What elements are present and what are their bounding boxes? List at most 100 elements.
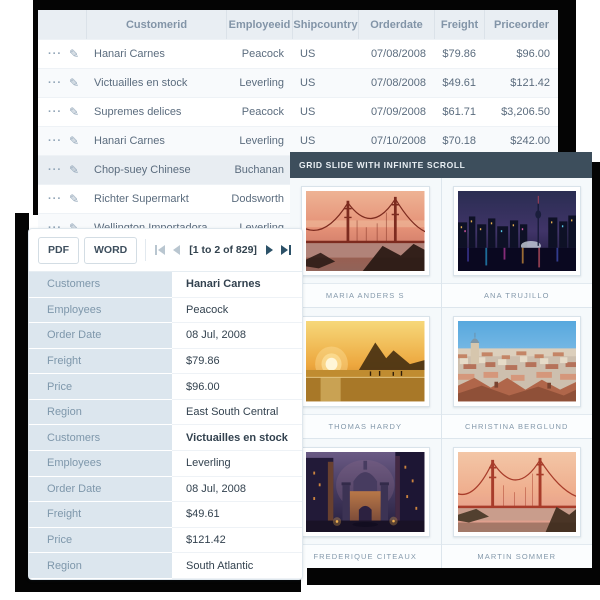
field-value: South Atlantic	[172, 553, 302, 579]
cell-country: US	[292, 135, 358, 147]
table-row[interactable]: ··· ✎ Supremes delices Peacock US 07/09/…	[38, 97, 558, 126]
prev-page-icon[interactable]	[171, 244, 183, 257]
column-header-employeeid[interactable]: Employeeid	[226, 10, 292, 39]
cell-freight: $61.71	[434, 106, 484, 118]
next-page-icon[interactable]	[264, 244, 276, 257]
column-header-tools	[38, 10, 86, 39]
table-row[interactable]: ··· ✎ Hanari Carnes Peacock US 07/08/200…	[38, 39, 558, 68]
detail-row: Price $121.42	[29, 528, 302, 554]
toolbar-divider	[145, 239, 146, 261]
column-header-customerid[interactable]: Customerid	[86, 10, 226, 39]
field-value: $96.00	[172, 374, 302, 400]
row-menu-icon[interactable]: ···	[48, 49, 62, 60]
field-value: Peacock	[172, 298, 302, 324]
detail-drop-shadow	[15, 578, 301, 592]
field-value: $121.42	[172, 528, 302, 554]
field-label: Customers	[29, 272, 172, 298]
card-frederique-citeaux[interactable]: FREDERIQUE CITEAUX	[290, 439, 441, 568]
detail-row: Employees Peacock	[29, 298, 302, 324]
card-grid: MARIA ANDERS S	[290, 178, 592, 568]
row-menu-icon[interactable]: ···	[48, 78, 62, 89]
last-page-icon[interactable]	[279, 244, 291, 257]
cell-price: $242.00	[484, 135, 558, 147]
detail-toolbar: PDF WORD [1 to 2 of 829]	[29, 229, 302, 271]
cell-customer: Victuailles en stock	[86, 77, 226, 89]
edit-icon[interactable]: ✎	[69, 106, 79, 118]
page: Customerid Employeeid Shipcountry Orderd…	[0, 0, 600, 600]
detail-drop-shadow	[15, 213, 29, 592]
detail-row: Price $96.00	[29, 374, 302, 400]
row-menu-icon[interactable]: ···	[48, 136, 62, 147]
table-row[interactable]: ··· ✎ Hanari Carnes Leverling US 07/10/2…	[38, 126, 558, 155]
edit-icon[interactable]: ✎	[69, 48, 79, 60]
cell-employee: Dodsworth	[226, 193, 292, 205]
grid-header-row: Customerid Employeeid Shipcountry Orderd…	[38, 10, 558, 39]
field-label: Order Date	[29, 323, 172, 349]
detail-row: Region East South Central	[29, 400, 302, 426]
field-label: Region	[29, 553, 172, 579]
field-value: $49.61	[172, 502, 302, 528]
cell-customer: Hanari Carnes	[86, 135, 226, 147]
grid-slide-title: GRID SLIDE WITH INFINITE SCROLL	[290, 152, 592, 178]
card-ana-trujillo[interactable]: ANA TRUJILLO	[442, 178, 593, 307]
row-menu-icon[interactable]: ···	[48, 165, 62, 176]
row-menu-icon[interactable]: ···	[48, 194, 62, 205]
cell-price: $121.42	[484, 77, 558, 89]
record-detail-panel: PDF WORD [1 to 2 of 829] Customers Hanar…	[28, 228, 303, 580]
cell-customer: Supremes delices	[86, 106, 226, 118]
column-header-freight[interactable]: Freight	[434, 10, 484, 39]
card-label: CHRISTINA BERGLUND	[442, 414, 593, 438]
card-christina-berglund[interactable]: CHRISTINA BERGLUND	[442, 308, 593, 437]
table-row[interactable]: ··· ✎ Victuailles en stock Leverling US …	[38, 68, 558, 97]
card-thomas-hardy[interactable]: THOMAS HARDY	[290, 308, 441, 437]
toronto-night-skyline-photo	[453, 186, 582, 276]
detail-row: Order Date 08 Jul, 2008	[29, 323, 302, 349]
grid-slide-panel: GRID SLIDE WITH INFINITE SCROLL	[290, 152, 592, 568]
detail-row: Freight $49.61	[29, 502, 302, 528]
card-maria-anders[interactable]: MARIA ANDERS S	[290, 178, 441, 307]
cell-freight: $70.18	[434, 135, 484, 147]
cell-freight: $49.61	[434, 77, 484, 89]
detail-row: Freight $79.86	[29, 349, 302, 375]
word-export-button[interactable]: WORD	[84, 237, 137, 264]
cell-price: $3,206.50	[484, 106, 558, 118]
city-rooftops-photo	[453, 316, 582, 406]
detail-row: Customers Victuailles en stock	[29, 425, 302, 451]
card-label: FREDERIQUE CITEAUX	[290, 544, 441, 568]
card-label: THOMAS HARDY	[290, 414, 441, 438]
column-header-shipcountry[interactable]: Shipcountry	[292, 10, 358, 39]
beach-sunset-photo	[301, 316, 430, 406]
cell-date: 07/09/2008	[358, 106, 434, 118]
edit-icon[interactable]: ✎	[69, 135, 79, 147]
golden-gate-bridge-photo	[453, 447, 582, 537]
cell-freight: $79.86	[434, 48, 484, 60]
detail-row: Customers Hanari Carnes	[29, 272, 302, 298]
edit-icon[interactable]: ✎	[69, 164, 79, 176]
field-label: Freight	[29, 349, 172, 375]
field-label: Freight	[29, 502, 172, 528]
golden-gate-sunset-photo	[301, 186, 430, 276]
column-header-orderdate[interactable]: Orderdate	[358, 10, 434, 39]
cell-country: US	[292, 77, 358, 89]
field-label: Employees	[29, 298, 172, 324]
field-value: Hanari Carnes	[172, 272, 302, 298]
edit-icon[interactable]: ✎	[69, 77, 79, 89]
cell-employee: Peacock	[226, 106, 292, 118]
column-header-priceorder[interactable]: Priceorder	[484, 10, 558, 39]
field-value: 08 Jul, 2008	[172, 323, 302, 349]
cell-price: $96.00	[484, 48, 558, 60]
cell-employee: Leverling	[226, 135, 292, 147]
detail-row: Region South Atlantic	[29, 553, 302, 579]
edit-icon[interactable]: ✎	[69, 193, 79, 205]
pdf-export-button[interactable]: PDF	[38, 237, 79, 264]
first-page-icon[interactable]	[155, 244, 167, 257]
field-label: Order Date	[29, 477, 172, 503]
detail-row: Order Date 08 Jul, 2008	[29, 477, 302, 503]
detail-rows: Customers Hanari Carnes Employees Peacoc…	[29, 271, 302, 579]
card-martin-sommer[interactable]: MARTIN SOMMER	[442, 439, 593, 568]
card-label: MARIA ANDERS S	[290, 283, 441, 307]
row-menu-icon[interactable]: ···	[48, 107, 62, 118]
field-label: Price	[29, 528, 172, 554]
cell-date: 07/08/2008	[358, 77, 434, 89]
cell-country: US	[292, 48, 358, 60]
